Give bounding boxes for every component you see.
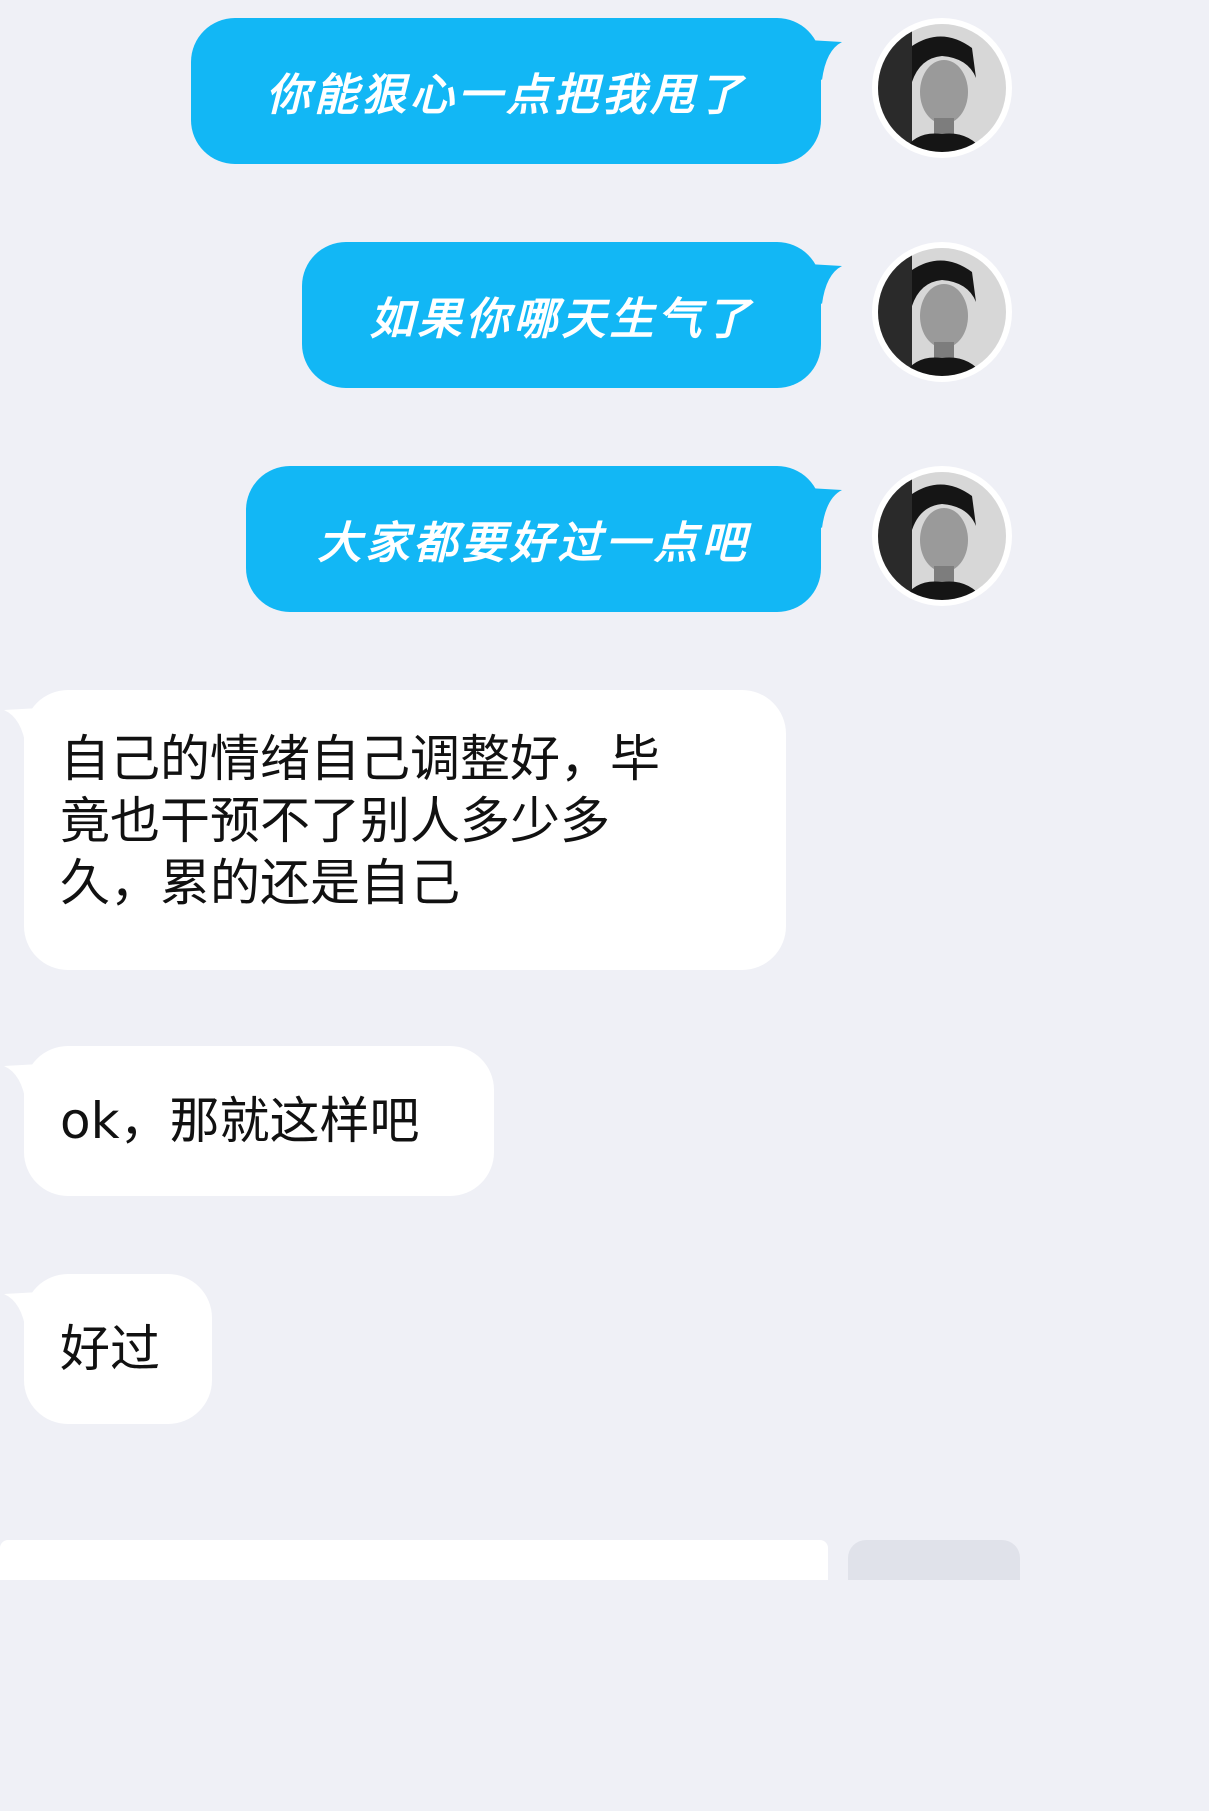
send-button[interactable] <box>848 1540 1020 1580</box>
message-input-field[interactable] <box>0 1540 828 1580</box>
user-avatar-icon[interactable] <box>872 18 1012 158</box>
message-text: 你能狠心一点把我甩了 <box>266 70 746 121</box>
user-avatar-icon[interactable] <box>872 466 1012 606</box>
user-avatar-icon[interactable] <box>872 242 1012 382</box>
message-text-line: 久，累的还是自己 <box>60 854 460 912</box>
incoming-message-bubble[interactable]: 好过 <box>24 1274 212 1424</box>
message-text: 大家都要好过一点吧 <box>317 518 750 569</box>
message-text: ok，那就这样吧 <box>60 1092 420 1150</box>
bubble-tail <box>808 488 842 528</box>
bubble-tail <box>808 40 842 80</box>
bubble-tail <box>808 264 842 304</box>
outgoing-message-bubble[interactable]: 大家都要好过一点吧 <box>246 466 821 612</box>
message-text-line: 自己的情绪自己调整好，毕 <box>60 730 660 788</box>
incoming-message-bubble[interactable]: ok，那就这样吧 <box>24 1046 494 1196</box>
incoming-message-bubble[interactable]: 自己的情绪自己调整好，毕 竟也干预不了别人多少多 久，累的还是自己 <box>24 690 786 970</box>
message-text-line: 竟也干预不了别人多少多 <box>60 792 610 850</box>
message-text: 如果你哪天生气了 <box>369 294 754 345</box>
outgoing-message-bubble[interactable]: 如果你哪天生气了 <box>302 242 821 388</box>
message-text: 好过 <box>60 1320 160 1378</box>
outgoing-message-bubble[interactable]: 你能狠心一点把我甩了 <box>191 18 821 164</box>
